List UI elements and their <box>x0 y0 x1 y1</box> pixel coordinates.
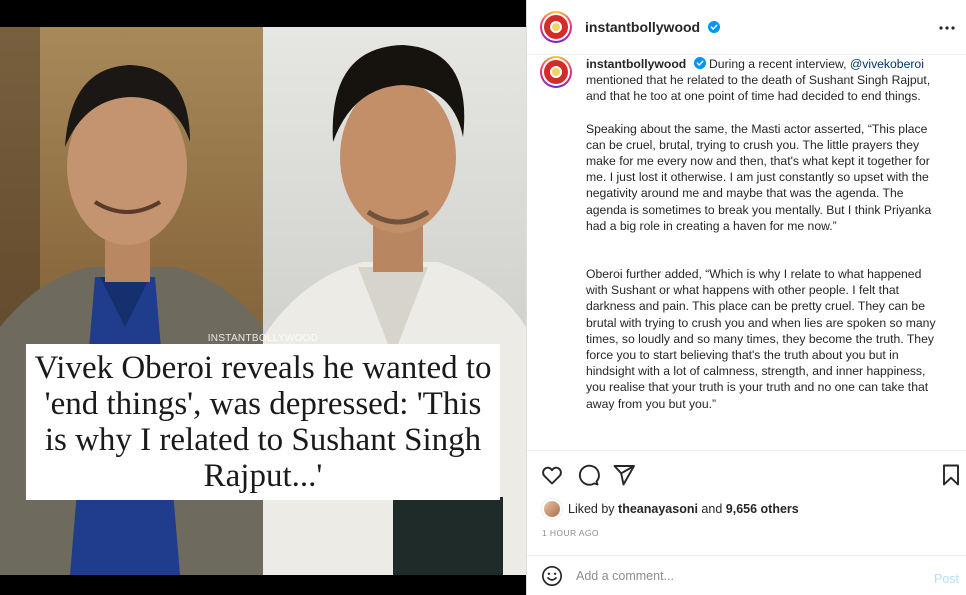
header-username[interactable]: instantbollywood <box>585 19 720 35</box>
caption-paragraph-2: Speaking about the same, the Masti actor… <box>586 121 932 233</box>
likes-others-link[interactable]: 9,656 others <box>726 502 799 516</box>
liker-username[interactable]: theanayasoni <box>618 502 698 516</box>
caption-paragraph-1: instantbollywood During a recent intervi… <box>586 56 946 105</box>
post-header: instantbollywood <box>527 0 966 55</box>
likes-middle: and <box>701 502 723 516</box>
comment-icon[interactable] <box>576 463 600 487</box>
headline-text: Vivek Oberoi reveals he wanted to 'end t… <box>34 350 492 494</box>
header-username-text[interactable]: instantbollywood <box>585 19 700 35</box>
action-bar <box>527 450 966 496</box>
bookmark-icon[interactable] <box>939 463 963 487</box>
caption-text: instantbollywood During a recent intervi… <box>586 56 946 412</box>
media-letterbox-bottom <box>0 575 526 595</box>
comment-input[interactable] <box>576 568 906 583</box>
caption-area: instantbollywood During a recent intervi… <box>527 56 966 450</box>
post-details-panel: instantbollywood instantbollywood During… <box>526 0 966 595</box>
image-watermark: INSTANTBOLLYWOOD <box>207 333 319 344</box>
post-media[interactable]: INSTANTBOLLYWOOD Vivek Oberoi reveals he… <box>0 0 526 595</box>
share-icon[interactable] <box>612 463 636 487</box>
caption-avatar[interactable] <box>540 56 572 88</box>
media-letterbox-top <box>0 0 526 27</box>
post-comment-button[interactable]: Post <box>934 572 959 586</box>
caption-intro-rest: mentioned that he related to the death o… <box>586 73 931 104</box>
likes-summary: Liked by theanayasoni and 9,656 others <box>542 499 799 519</box>
caption-intro: During a recent interview, <box>708 57 850 71</box>
heart-icon[interactable] <box>540 463 564 487</box>
headline-card: Vivek Oberoi reveals he wanted to 'end t… <box>26 344 500 500</box>
emoji-icon[interactable] <box>541 565 563 587</box>
liker-avatar[interactable] <box>542 499 562 519</box>
verified-icon <box>708 21 720 33</box>
post-timestamp[interactable]: 1 HOUR AGO <box>542 528 599 538</box>
caption-paragraph-3: Oberoi further added, “Which is why I re… <box>586 267 936 411</box>
account-avatar[interactable] <box>540 11 572 43</box>
comment-bar: Post <box>527 555 966 595</box>
likes-prefix: Liked by <box>568 502 615 516</box>
caption-username[interactable]: instantbollywood <box>586 57 686 71</box>
caption-verified-icon <box>693 57 706 69</box>
more-icon[interactable] <box>937 18 957 38</box>
caption-mention-link[interactable]: @vivekoberoi <box>850 57 924 71</box>
